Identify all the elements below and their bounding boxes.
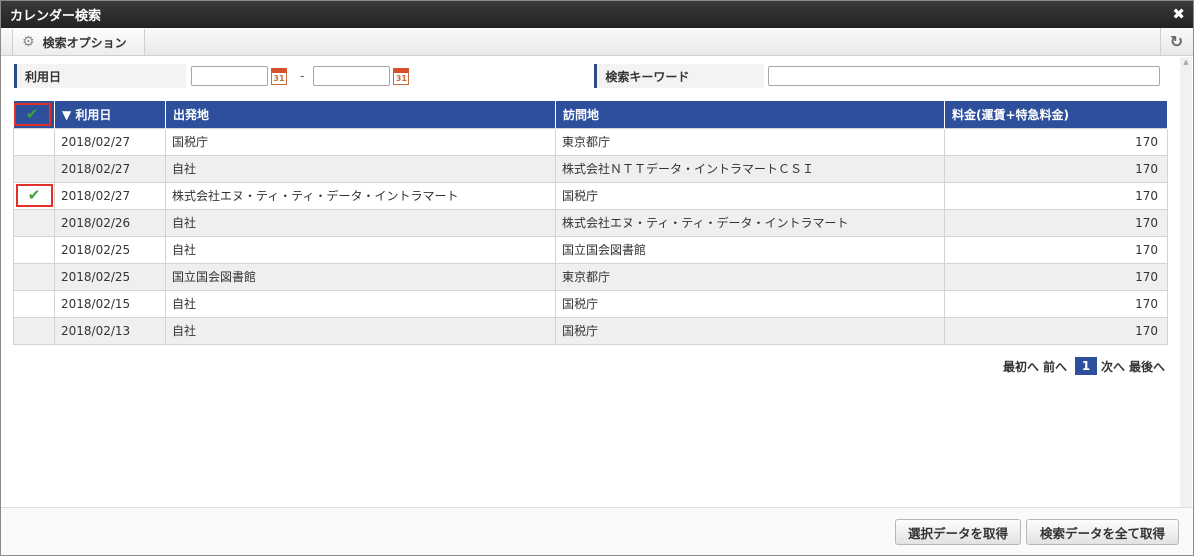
select-all-header[interactable]: ✔ — [13, 101, 55, 128]
results-table: ✔ ▼ 利用日 出発地 訪問地 料金(運賃+特急料金) 2018/02/27 国税… — [13, 101, 1168, 345]
scroll-up-icon[interactable]: ▲ — [1180, 57, 1192, 67]
calendar-from-icon[interactable]: 31 — [271, 67, 287, 85]
calendar-to-icon[interactable]: 31 — [393, 67, 410, 85]
cell-to: 国税庁 — [555, 181, 945, 210]
get-all-button[interactable]: 検索データを全て取得 — [1026, 519, 1179, 545]
cell-from: 国税庁 — [165, 127, 556, 156]
cell-from: 国立国会図書館 — [165, 262, 556, 291]
calendar-search-dialog: カレンダー検索 ✖ ⚙ 検索オプション ↻ 利用日 31 - 31 検索キーワー… — [0, 0, 1194, 556]
cell-fare: 170 — [944, 316, 1168, 345]
search-options-label: 検索オプション — [42, 35, 127, 50]
cell-date: 2018/02/25 — [54, 262, 166, 291]
cell-date: 2018/02/27 — [54, 181, 166, 210]
cell-fare: 170 — [944, 289, 1168, 318]
cell-to: 国立国会図書館 — [555, 235, 945, 264]
table-row[interactable]: 2018/02/15 自社 国税庁 170 — [13, 289, 1168, 318]
close-icon[interactable]: ✖ — [1172, 5, 1185, 23]
column-header-date[interactable]: ▼ 利用日 — [54, 101, 166, 128]
table-row[interactable]: 2018/02/27 国税庁 東京都庁 170 — [13, 127, 1168, 156]
date-separator: - — [300, 69, 305, 83]
cell-from: 自社 — [165, 316, 556, 345]
pager-current-page: 1 — [1074, 357, 1097, 375]
date-label: 利用日 — [14, 64, 186, 88]
row-checkbox[interactable] — [13, 289, 55, 318]
cell-from: 株式会社エヌ・ティ・ティ・データ・イントラマート — [165, 181, 556, 210]
gear-icon: ⚙ — [22, 34, 35, 50]
date-from-input[interactable] — [191, 66, 268, 86]
column-header-fare[interactable]: 料金(運賃+特急料金) — [944, 101, 1168, 128]
table-header-row: ✔ ▼ 利用日 出発地 訪問地 料金(運賃+特急料金) — [13, 101, 1168, 128]
row-checkbox[interactable] — [13, 316, 55, 345]
row-checkbox[interactable] — [13, 154, 55, 183]
column-header-from[interactable]: 出発地 — [165, 101, 556, 128]
cell-to: 国税庁 — [555, 289, 945, 318]
pager-next-link[interactable]: 次へ — [1101, 358, 1125, 375]
cell-date: 2018/02/27 — [54, 127, 166, 156]
cell-from: 自社 — [165, 235, 556, 264]
cell-date: 2018/02/13 — [54, 316, 166, 345]
cell-date: 2018/02/27 — [54, 154, 166, 183]
select-all-checkbox[interactable]: ✔ — [13, 102, 51, 126]
row-checked-indicator[interactable]: ✔ — [15, 184, 53, 207]
pager-prev-link[interactable]: 前へ — [1043, 358, 1067, 375]
table-row[interactable]: 2018/02/13 自社 国税庁 170 — [13, 316, 1168, 345]
row-checkbox[interactable] — [13, 262, 55, 291]
cell-fare: 170 — [944, 208, 1168, 237]
table-row[interactable]: 2018/02/27 自社 株式会社ＮＴＴデータ・イントラマートＣＳＩ 170 — [13, 154, 1168, 183]
pager-first-link[interactable]: 最初へ — [1003, 358, 1039, 375]
table-row[interactable]: 2018/02/26 自社 株式会社エヌ・ティ・ティ・データ・イントラマート 170 — [13, 208, 1168, 237]
pagination: 最初へ 前へ 1 次へ 最後へ — [999, 357, 1165, 375]
refresh-icon[interactable]: ↻ — [1160, 28, 1192, 55]
search-options-button[interactable]: ⚙ 検索オプション — [12, 29, 145, 55]
cell-fare: 170 — [944, 154, 1168, 183]
pager-last-link[interactable]: 最後へ — [1129, 358, 1165, 375]
get-selected-button[interactable]: 選択データを取得 — [895, 519, 1021, 545]
row-checkbox[interactable]: ✔ — [13, 181, 55, 210]
cell-fare: 170 — [944, 181, 1168, 210]
search-form: 利用日 31 - 31 検索キーワード — [14, 62, 1181, 90]
dialog-titlebar: カレンダー検索 ✖ — [1, 1, 1193, 28]
row-checkbox[interactable] — [13, 208, 55, 237]
dialog-title: カレンダー検索 — [10, 9, 102, 24]
keyword-input[interactable] — [768, 66, 1161, 86]
cell-fare: 170 — [944, 235, 1168, 264]
column-header-to[interactable]: 訪問地 — [555, 101, 945, 128]
cell-from: 自社 — [165, 208, 556, 237]
cell-date: 2018/02/15 — [54, 289, 166, 318]
cell-to: 株式会社ＮＴＴデータ・イントラマートＣＳＩ — [555, 154, 945, 183]
cell-fare: 170 — [944, 127, 1168, 156]
date-to-input[interactable] — [313, 66, 391, 86]
cell-to: 東京都庁 — [555, 262, 945, 291]
check-icon: ✔ — [25, 104, 39, 123]
cell-to: 株式会社エヌ・ティ・ティ・データ・イントラマート — [555, 208, 945, 237]
toolbar: ⚙ 検索オプション ↻ — [1, 28, 1193, 56]
scrollbar[interactable]: ▲ — [1180, 57, 1192, 507]
keyword-label: 検索キーワード — [594, 64, 765, 88]
cell-date: 2018/02/25 — [54, 235, 166, 264]
dialog-footer: 選択データを取得 検索データを全て取得 — [1, 507, 1193, 555]
cell-to: 国税庁 — [555, 316, 945, 345]
cell-from: 自社 — [165, 154, 556, 183]
table-row[interactable]: 2018/02/25 国立国会図書館 東京都庁 170 — [13, 262, 1168, 291]
check-icon: ✔ — [27, 186, 41, 204]
row-checkbox[interactable] — [13, 127, 55, 156]
cell-from: 自社 — [165, 289, 556, 318]
cell-date: 2018/02/26 — [54, 208, 166, 237]
row-checkbox[interactable] — [13, 235, 55, 264]
table-row[interactable]: ✔ 2018/02/27 株式会社エヌ・ティ・ティ・データ・イントラマート 国税庁 17… — [13, 181, 1168, 210]
cell-to: 東京都庁 — [555, 127, 945, 156]
table-row[interactable]: 2018/02/25 自社 国立国会図書館 170 — [13, 235, 1168, 264]
cell-fare: 170 — [944, 262, 1168, 291]
